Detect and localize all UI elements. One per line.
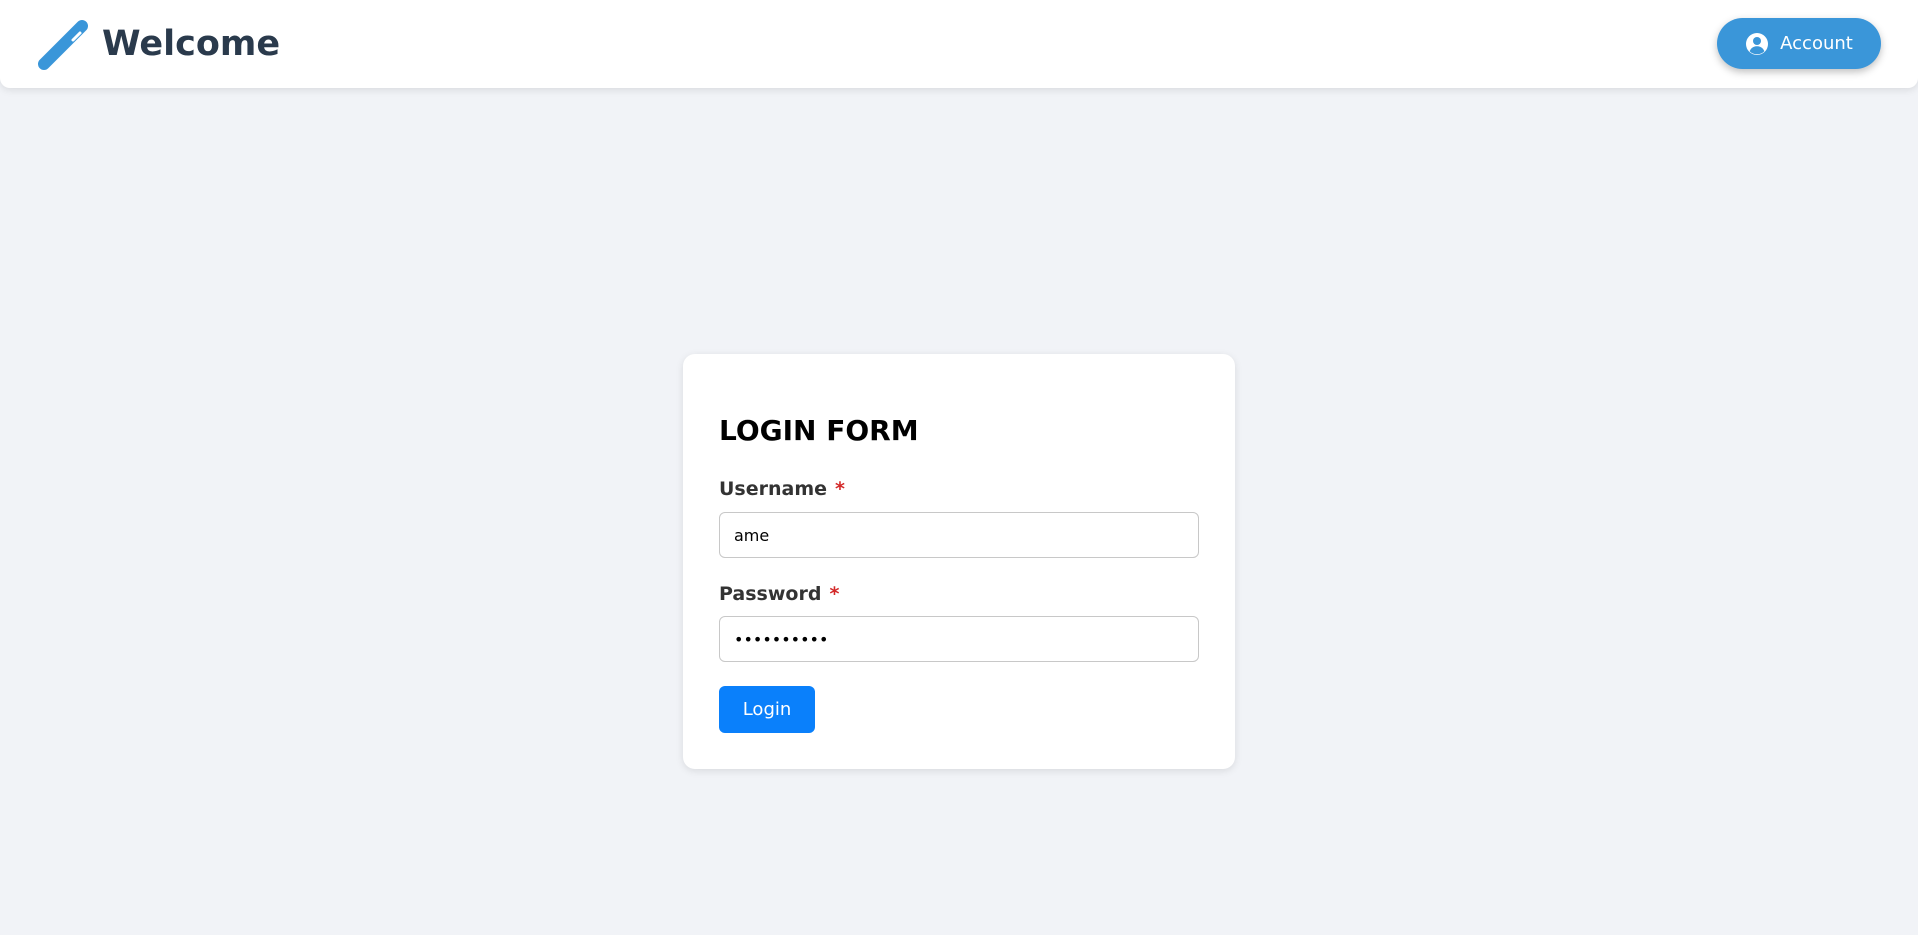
account-button[interactable]: Account <box>1717 18 1881 69</box>
username-input[interactable] <box>719 512 1199 558</box>
password-label: Password * <box>719 583 839 606</box>
username-required-marker: * <box>835 478 845 500</box>
username-label: Username * <box>719 478 845 501</box>
password-required-marker: * <box>829 583 840 605</box>
brand: Welcome <box>36 16 280 72</box>
password-input[interactable] <box>719 616 1199 662</box>
login-form-title: LOGIN FORM <box>719 414 919 447</box>
top-header: Welcome Account <box>0 0 1918 88</box>
login-button[interactable]: Login <box>719 686 815 733</box>
password-label-text: Password <box>719 583 822 605</box>
username-label-text: Username <box>719 478 828 500</box>
login-card: LOGIN FORM Username * Password * Login <box>683 354 1235 769</box>
pencil-icon <box>38 20 88 70</box>
user-circle-icon <box>1746 32 1769 55</box>
account-button-label: Account <box>1780 33 1853 54</box>
page-title: Welcome <box>102 23 281 64</box>
